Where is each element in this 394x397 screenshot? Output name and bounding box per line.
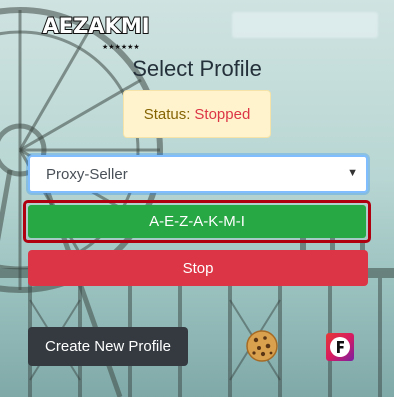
- logo-text: AEZAKMI: [41, 13, 150, 39]
- profile-select[interactable]: Proxy-Seller ▼: [28, 155, 368, 193]
- chevron-down-icon: ▼: [347, 167, 358, 179]
- blurred-header-area: [232, 12, 378, 38]
- app-logo: AEZAKMI ★★★★★★: [41, 12, 150, 51]
- profile-select-value: Proxy-Seller: [46, 166, 128, 183]
- start-button[interactable]: A-E-Z-A-K-M-I: [28, 205, 366, 238]
- create-profile-button[interactable]: Create New Profile: [28, 327, 188, 366]
- logo-stars: ★★★★★★: [102, 44, 140, 51]
- status-value: Stopped: [194, 105, 251, 123]
- cookie-icon[interactable]: [245, 329, 279, 363]
- f-logo-icon[interactable]: [326, 333, 354, 361]
- status-label: Status:: [143, 105, 191, 123]
- status-badge: Status: Stopped: [123, 90, 271, 138]
- stop-button[interactable]: Stop: [28, 250, 368, 286]
- page-title: Select Profile: [132, 56, 262, 81]
